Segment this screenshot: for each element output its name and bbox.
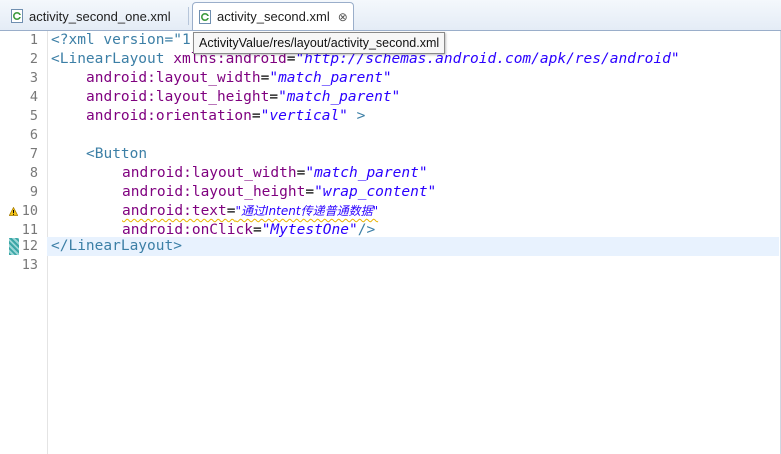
code-text[interactable]: <Button — [86, 145, 147, 164]
code-line[interactable]: 3 android:layout_width="match_parent" — [0, 69, 781, 88]
attribute-value: "MytestOne" — [261, 222, 358, 238]
line-number: 10 — [21, 203, 38, 219]
tag-name: <LinearLayout — [51, 51, 165, 67]
file-path-tooltip: ActivityValue/res/layout/activity_second… — [193, 32, 446, 54]
code-line[interactable]: 4 android:layout_height="match_parent" — [0, 88, 781, 107]
tab-label: activity_second_one.xml — [29, 8, 171, 24]
line-number: 1 — [29, 32, 38, 48]
attribute-value: "通过Intent传递普通数据" — [235, 204, 379, 218]
code-text[interactable]: </LinearLayout> — [51, 237, 182, 256]
equals-sign: = — [305, 184, 315, 200]
line-number: 13 — [21, 257, 38, 273]
attribute-value: "match_parent" — [305, 165, 428, 181]
equals-sign: = — [269, 89, 279, 105]
equals-sign: = — [251, 108, 261, 124]
attribute-value: "vertical" — [260, 108, 348, 124]
line-number: 2 — [29, 51, 38, 67]
line-number: 5 — [29, 108, 38, 124]
code-line-current[interactable]: 12 </LinearLayout> — [0, 237, 781, 256]
code-text[interactable]: <?xml version="1 — [51, 31, 191, 50]
code-line[interactable]: 9 android:layout_height="wrap_content" — [0, 183, 781, 202]
code-line[interactable]: 7 <Button — [0, 145, 781, 164]
tab-divider — [188, 7, 189, 25]
editor-tab-bar: activity_second_one.xml activity_second.… — [0, 0, 781, 31]
xml-editor[interactable]: 1 <?xml version="1 2 <LinearLayout xmlns… — [0, 31, 781, 454]
line-number: 8 — [29, 165, 38, 181]
tag-name: <Button — [86, 146, 148, 162]
line-number: 7 — [29, 146, 38, 162]
tag-close: > — [347, 108, 366, 124]
line-number: 3 — [29, 70, 38, 86]
tab-activity-second[interactable]: activity_second.xml ⊗ — [192, 2, 354, 30]
code-text[interactable]: android:layout_width="match_parent" — [86, 69, 392, 88]
line-number: 6 — [29, 127, 38, 143]
attribute-name: android:orientation — [86, 108, 252, 124]
attribute-name: android:layout_height — [86, 89, 270, 105]
xml-declaration: <?xml version="1 — [51, 32, 191, 48]
code-text[interactable]: android:orientation="vertical" > — [86, 107, 365, 126]
code-text[interactable]: android:layout_height="wrap_content" — [122, 183, 436, 202]
equals-sign: = — [226, 203, 236, 219]
attribute-name: android:layout_width — [86, 70, 261, 86]
code-line[interactable]: 6 — [0, 126, 781, 145]
code-line[interactable]: 8 android:layout_width="match_parent" — [0, 164, 781, 183]
close-tab-icon[interactable]: ⊗ — [338, 10, 348, 24]
attribute-name: android:layout_height — [122, 184, 306, 200]
tab-label: activity_second.xml — [217, 9, 330, 24]
tag-close: /> — [357, 222, 376, 238]
code-line[interactable]: 10 android:text="通过Intent传递普通数据" — [0, 202, 781, 221]
tab-activity-second-one[interactable]: activity_second_one.xml — [6, 3, 186, 29]
attribute-value: "wrap_content" — [314, 184, 437, 200]
equals-sign: = — [252, 222, 262, 238]
attribute-value: "match_parent" — [269, 70, 392, 86]
attribute-name: android:layout_width — [122, 165, 297, 181]
line-number: 9 — [29, 184, 38, 200]
code-line[interactable]: 13 — [0, 256, 781, 275]
code-text[interactable]: android:text="通过Intent传递普通数据" — [122, 202, 378, 221]
code-text[interactable]: android:layout_height="match_parent" — [86, 88, 400, 107]
code-text[interactable]: android:layout_width="match_parent" — [122, 164, 428, 183]
tag-name: </LinearLayout> — [51, 238, 182, 254]
xml-file-icon — [199, 9, 211, 24]
xml-file-icon — [11, 9, 23, 23]
attribute-name: android:text — [122, 203, 227, 219]
line-number: 12 — [21, 238, 38, 254]
attribute-name: android:onClick — [122, 222, 253, 238]
code-line[interactable]: 5 android:orientation="vertical" > — [0, 107, 781, 126]
attribute-value: "match_parent" — [278, 89, 401, 105]
line-number: 4 — [29, 89, 38, 105]
